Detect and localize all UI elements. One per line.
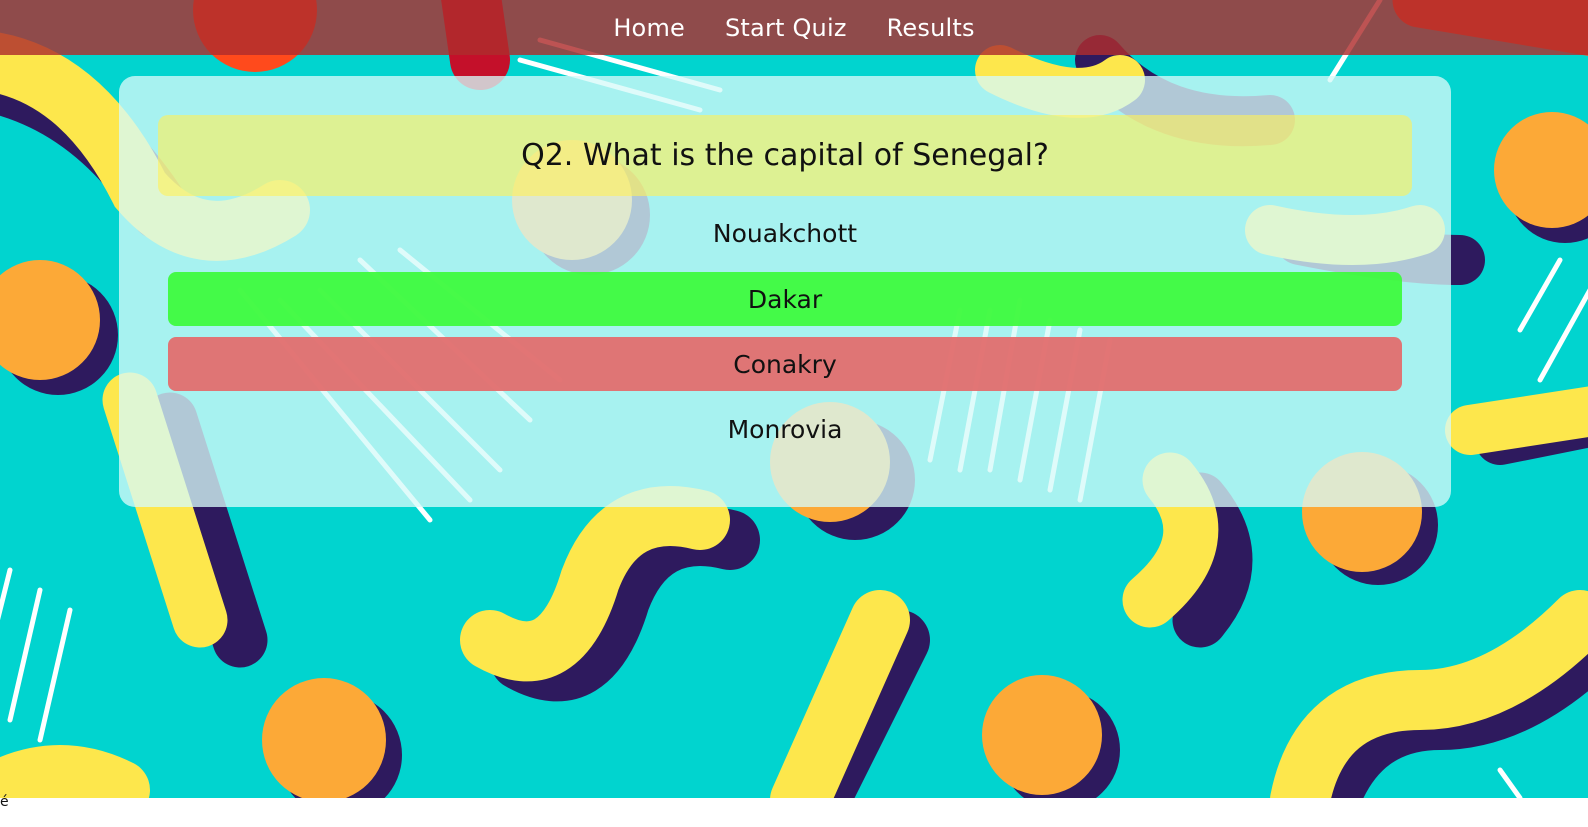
answer-option-nouakchott[interactable]: Nouakchott — [168, 206, 1402, 260]
answer-option-monrovia[interactable]: Monrovia — [168, 402, 1402, 456]
quiz-card: Q2. What is the capital of Senegal? Noua… — [119, 76, 1451, 507]
footer-text: é — [0, 794, 9, 810]
nav-home-link[interactable]: Home — [613, 14, 685, 42]
nav-results-link[interactable]: Results — [887, 14, 975, 42]
answer-option-conakry-wrong[interactable]: Conakry — [168, 337, 1402, 391]
question-box: Q2. What is the capital of Senegal? — [158, 115, 1412, 196]
nav-start-quiz-link[interactable]: Start Quiz — [725, 14, 847, 42]
answer-option-dakar-correct[interactable]: Dakar — [168, 272, 1402, 326]
question-text: Q2. What is the capital of Senegal? — [521, 138, 1049, 173]
top-navbar: Home Start Quiz Results — [0, 0, 1588, 55]
